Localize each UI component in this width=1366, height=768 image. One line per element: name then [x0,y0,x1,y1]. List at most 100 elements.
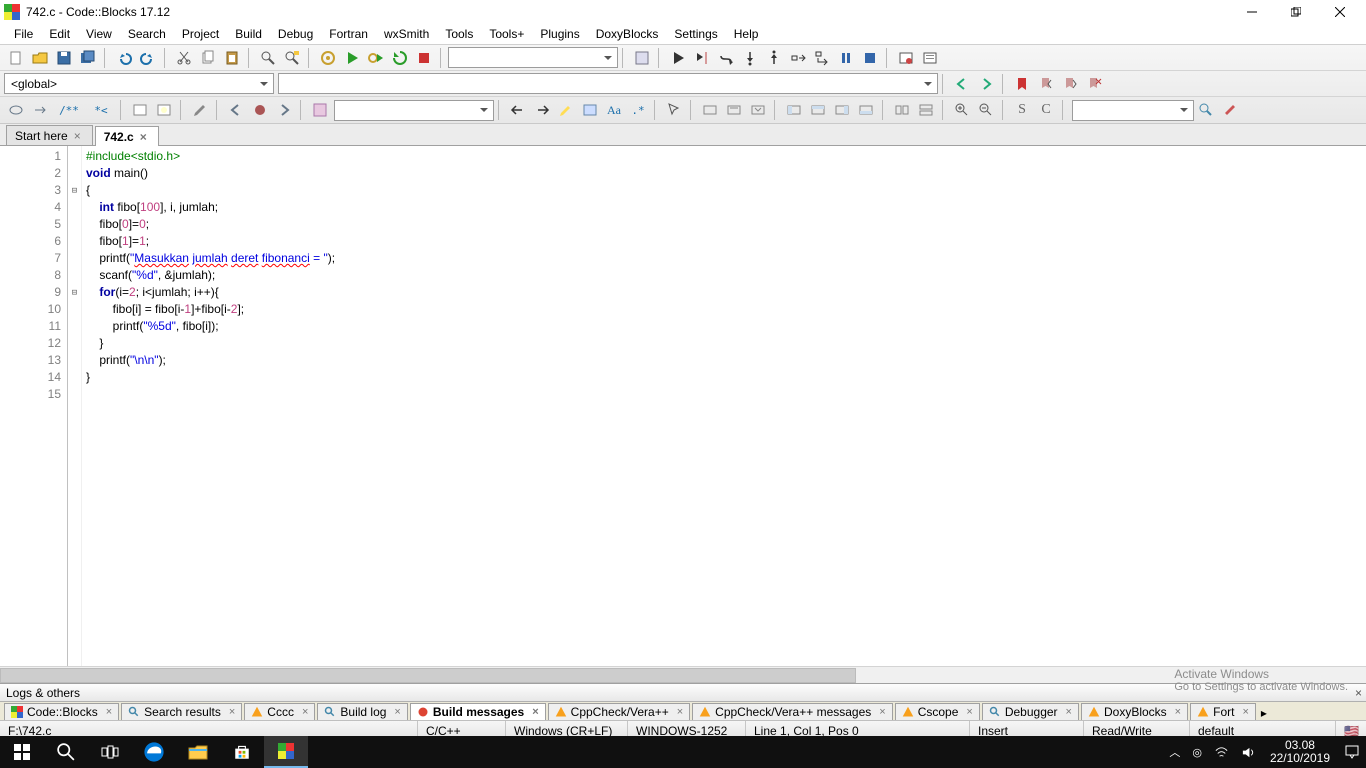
step-into-icon[interactable] [738,47,762,69]
next-mark-icon[interactable] [272,99,296,121]
highlight-icon[interactable] [554,99,578,121]
tab-start-here[interactable]: Start here× [6,125,93,145]
stop-debug-icon[interactable] [858,47,882,69]
nav-back-icon[interactable] [950,73,974,95]
panel1-icon[interactable] [782,99,806,121]
build-icon[interactable] [316,47,340,69]
menu-debug[interactable]: Debug [270,25,321,43]
menu-settings[interactable]: Settings [666,25,725,43]
log-tab-cscope[interactable]: Cscope× [895,703,980,720]
fold-column[interactable]: ⊟⊟ [68,146,82,666]
fortran-combo[interactable] [334,100,494,121]
panel2-icon[interactable] [806,99,830,121]
symbol-combo[interactable] [278,73,938,94]
system-tray[interactable]: ︿ ◎ 03.0822/10/2019 [1163,736,1366,768]
tray-volume-icon[interactable] [1235,736,1262,768]
panel3-icon[interactable] [830,99,854,121]
log-tab-build-log[interactable]: Build log× [317,703,407,720]
code-area[interactable]: #include<stdio.h>void main(){ int fibo[1… [82,146,1366,666]
menu-plugins[interactable]: Plugins [532,25,587,43]
log-tab-cccc[interactable]: Cccc× [244,703,315,720]
replace-icon[interactable] [280,47,304,69]
new-file-icon[interactable] [4,47,28,69]
debug-windows-icon[interactable] [894,47,918,69]
next-instr-icon[interactable] [786,47,810,69]
menu-view[interactable]: View [78,25,120,43]
save-all-icon[interactable] [76,47,100,69]
cursor-icon[interactable] [662,99,686,121]
maximize-button[interactable] [1274,0,1318,24]
debug-run-icon[interactable] [666,47,690,69]
doxy-block-icon[interactable]: /** [52,99,86,121]
letter-s-icon[interactable]: S [1010,99,1034,121]
nav-fwd-icon[interactable] [974,73,998,95]
log-tab-code-blocks[interactable]: Code::Blocks× [4,703,119,720]
doxy-extract-icon[interactable] [28,99,52,121]
logs-close-icon[interactable]: × [1355,686,1362,700]
cut-icon[interactable] [172,47,196,69]
log-tab-close-icon[interactable]: × [229,706,235,718]
tab-742-c[interactable]: 742.c× [95,126,159,146]
hscroll-thumb[interactable] [0,668,856,683]
build-target-combo[interactable] [448,47,618,68]
run-icon[interactable] [340,47,364,69]
log-tab-build-messages[interactable]: Build messages× [410,703,546,720]
undo-icon[interactable] [112,47,136,69]
split1-icon[interactable] [890,99,914,121]
build-run-icon[interactable] [364,47,388,69]
log-tab-close-icon[interactable]: × [532,706,538,718]
menu-file[interactable]: File [6,25,41,43]
copy-icon[interactable] [196,47,220,69]
save-icon[interactable] [52,47,76,69]
doxy-html-icon[interactable] [128,99,152,121]
menu-help[interactable]: Help [726,25,767,43]
codeblocks-taskbar-icon[interactable] [264,736,308,768]
tray-notifications-icon[interactable] [1338,736,1366,768]
log-tab-fort[interactable]: Fort× [1190,703,1256,720]
search-combo[interactable] [1072,100,1194,121]
menu-search[interactable]: Search [120,25,174,43]
zoom-in-icon[interactable] [950,99,974,121]
tray-location-icon[interactable]: ◎ [1186,736,1208,768]
box3-icon[interactable] [746,99,770,121]
bookmark-clear-icon[interactable] [1082,73,1106,95]
redo-icon[interactable] [136,47,160,69]
info-icon[interactable] [918,47,942,69]
tab-close-icon[interactable]: × [74,129,84,143]
doxy-chm-icon[interactable] [152,99,176,121]
step-into-instr-icon[interactable] [810,47,834,69]
find-icon[interactable] [256,47,280,69]
editor-hscrollbar[interactable] [0,666,1366,683]
split2-icon[interactable] [914,99,938,121]
search-go-icon[interactable] [1194,99,1218,121]
log-tab-close-icon[interactable]: × [394,706,400,718]
log-tab-debugger[interactable]: Debugger× [982,703,1079,720]
scope-combo[interactable]: <global> [4,73,274,94]
log-tab-close-icon[interactable]: × [302,706,308,718]
tab-close-icon[interactable]: × [140,130,150,144]
start-button[interactable] [0,736,44,768]
menu-project[interactable]: Project [174,25,227,43]
log-tab-doxyblocks[interactable]: DoxyBlocks× [1081,703,1188,720]
target-settings-icon[interactable] [630,47,654,69]
step-out-icon[interactable] [762,47,786,69]
menu-edit[interactable]: Edit [41,25,78,43]
bookmark-toggle-icon[interactable] [1010,73,1034,95]
tray-chevron-icon[interactable]: ︿ [1163,736,1186,768]
letter-c-icon[interactable]: C [1034,99,1058,121]
rebuild-icon[interactable] [388,47,412,69]
next-line-icon[interactable] [714,47,738,69]
search-opts-icon[interactable] [1218,99,1242,121]
doxy-run-icon[interactable] [4,99,28,121]
log-tab-close-icon[interactable]: × [1242,706,1248,718]
zoom-out-icon[interactable] [974,99,998,121]
bookmark-prev-icon[interactable] [1034,73,1058,95]
taskbar[interactable]: ︿ ◎ 03.0822/10/2019 [0,736,1366,768]
menu-fortran[interactable]: Fortran [321,25,376,43]
log-tab-cppcheck-vera-[interactable]: CppCheck/Vera++× [548,703,691,720]
selected-text-icon[interactable] [578,99,602,121]
log-tab-close-icon[interactable]: × [1175,706,1181,718]
log-tab-search-results[interactable]: Search results× [121,703,242,720]
break-debug-icon[interactable] [834,47,858,69]
regex-icon[interactable]: .* [626,99,650,121]
